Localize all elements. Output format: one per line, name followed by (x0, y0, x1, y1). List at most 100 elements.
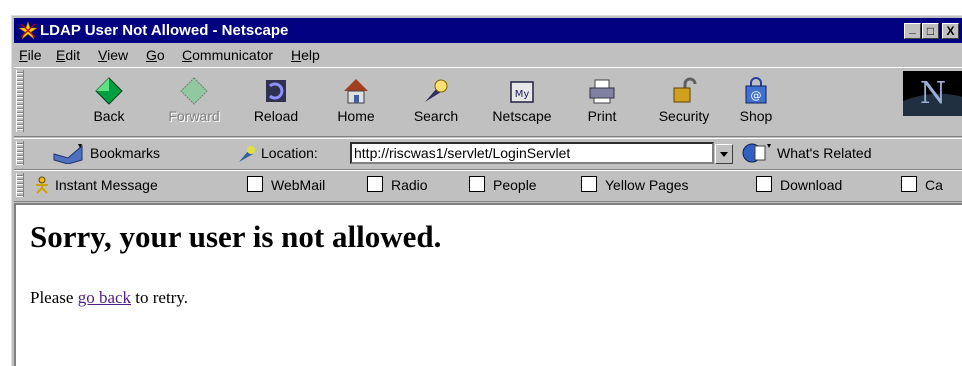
whats-related-label: What's Related (777, 145, 872, 161)
print-button[interactable]: Print (567, 72, 637, 132)
menu-communicator-mnemonic: C (182, 47, 193, 63)
reload-icon (266, 80, 286, 102)
print-label: Print (587, 108, 617, 124)
page-proxy-icon[interactable] (237, 144, 257, 164)
search-flashlight-icon (425, 79, 448, 102)
minimize-button[interactable]: _ (904, 21, 921, 39)
menu-view-label: iew (107, 47, 129, 63)
green-arrow-left-icon (95, 77, 123, 105)
bookmarks-label: Bookmarks (90, 145, 161, 161)
shop-label: Shop (739, 108, 773, 124)
chevron-down-icon (720, 152, 728, 157)
my-netscape-button[interactable]: My Netscape (487, 72, 557, 132)
svg-text:My: My (515, 89, 530, 100)
bookmark-yellow-pages[interactable]: Yellow Pages (581, 171, 731, 199)
bookmark-link-icon (756, 176, 772, 192)
menu-view[interactable]: View (98, 47, 128, 63)
bookmark-people[interactable]: People (469, 171, 559, 199)
reload-button[interactable]: Reload (241, 72, 311, 132)
menu-go-label: o (156, 47, 165, 63)
personal-toolbar: Instant Message WebMail Radio People Yel… (14, 170, 962, 202)
personal-grip[interactable] (16, 173, 24, 197)
bookmark-radio[interactable]: Radio (367, 171, 447, 199)
message-text-after: to retry. (131, 288, 188, 307)
back-button[interactable]: Back (74, 72, 144, 132)
bookmark-download-label: Download (780, 177, 843, 193)
whats-related-icon (742, 143, 771, 163)
menu-help-label: elp (301, 47, 320, 63)
forward-button[interactable]: Forward (159, 72, 229, 132)
whats-related-button[interactable]: What's Related (741, 142, 961, 166)
close-icon: X (946, 24, 955, 38)
browser-window: LDAP User Not Allowed - Netscape _ □ X F… (11, 15, 962, 366)
bookmarks-icon (53, 144, 83, 164)
menu-bar: File Edit View Go Communicator Help (14, 44, 962, 66)
shop-button[interactable]: @ Shop (726, 72, 786, 132)
location-toolbar: Bookmarks Location: http://riscwas1/serv… (14, 138, 962, 170)
window-title: LDAP User Not Allowed - Netscape (40, 22, 289, 39)
search-label: Search (413, 108, 459, 124)
location-dropdown-button[interactable] (715, 144, 733, 164)
instant-message-label: Instant Message (55, 177, 158, 193)
page-heading: Sorry, your user is not allowed. (30, 219, 442, 254)
bookmark-webmail[interactable]: WebMail (247, 171, 357, 199)
close-button[interactable]: X (942, 23, 959, 39)
forward-label: Forward (168, 108, 220, 124)
bookmark-download[interactable]: Download (756, 171, 876, 199)
menu-edit-mnemonic: E (56, 47, 66, 63)
menu-file[interactable]: File (19, 47, 42, 63)
menu-communicator[interactable]: Communicator (182, 47, 273, 63)
go-back-link[interactable]: go back (78, 288, 131, 307)
title-bar[interactable]: LDAP User Not Allowed - Netscape _ □ X (14, 18, 962, 43)
home-label: Home (337, 108, 375, 124)
location-url-input[interactable]: http://riscwas1/servlet/LoginServlet (350, 142, 714, 164)
netscape-label: Netscape (492, 108, 552, 124)
menu-file-mnemonic: F (19, 47, 28, 63)
maximize-icon: □ (926, 24, 935, 38)
padlock-icon (673, 77, 697, 103)
bookmark-people-label: People (493, 177, 537, 193)
menu-help[interactable]: Help (291, 47, 320, 63)
bookmark-yellow-pages-label: Yellow Pages (605, 177, 689, 193)
menu-view-mnemonic: V (98, 47, 108, 63)
location-grip[interactable] (16, 141, 24, 165)
netscape-app-icon (18, 21, 38, 40)
page-message: Please go back to retry. (30, 288, 188, 308)
home-icon (344, 79, 368, 104)
menu-go-mnemonic: G (146, 47, 157, 63)
netscape-throbber-logo[interactable]: N (903, 71, 962, 116)
bookmark-link-icon (367, 176, 383, 192)
bookmarks-button[interactable]: Bookmarks (52, 142, 202, 166)
home-button[interactable]: Home (321, 72, 391, 132)
shopping-bag-icon: @ (745, 77, 767, 104)
menu-go[interactable]: Go (146, 47, 165, 63)
netscape-n-icon: N (903, 71, 962, 116)
bookmark-link-icon (581, 176, 597, 192)
menu-edit[interactable]: Edit (56, 47, 80, 63)
arrow-right-icon (180, 77, 208, 105)
menu-file-label: ile (27, 47, 42, 63)
menu-communicator-label: ommunicator (192, 47, 274, 63)
svg-text:@: @ (751, 89, 762, 102)
svg-text:N: N (920, 76, 946, 111)
bookmark-webmail-label: WebMail (271, 177, 326, 193)
message-text-before: Please (30, 288, 78, 307)
maximize-button[interactable]: □ (922, 23, 939, 39)
my-netscape-icon: My (510, 81, 534, 103)
bookmark-ca[interactable]: Ca (901, 171, 961, 199)
location-label: Location: (261, 145, 318, 161)
instant-message-person-icon (36, 176, 48, 194)
menu-help-mnemonic: H (291, 47, 302, 63)
menu-edit-label: dit (65, 47, 81, 63)
toolbar-grip[interactable] (16, 70, 24, 132)
printer-icon (589, 79, 615, 104)
back-label: Back (93, 108, 125, 124)
bookmark-link-icon (469, 176, 485, 192)
search-button[interactable]: Search (401, 72, 471, 132)
page-content: Sorry, your user is not allowed. Please … (14, 203, 962, 366)
minimize-icon: _ (909, 21, 916, 35)
bookmark-radio-label: Radio (391, 177, 428, 193)
navigation-toolbar: Back Forward Reload Home Search My Netsc… (14, 67, 962, 137)
security-button[interactable]: Security (649, 72, 719, 132)
instant-message-button[interactable]: Instant Message (33, 171, 243, 199)
